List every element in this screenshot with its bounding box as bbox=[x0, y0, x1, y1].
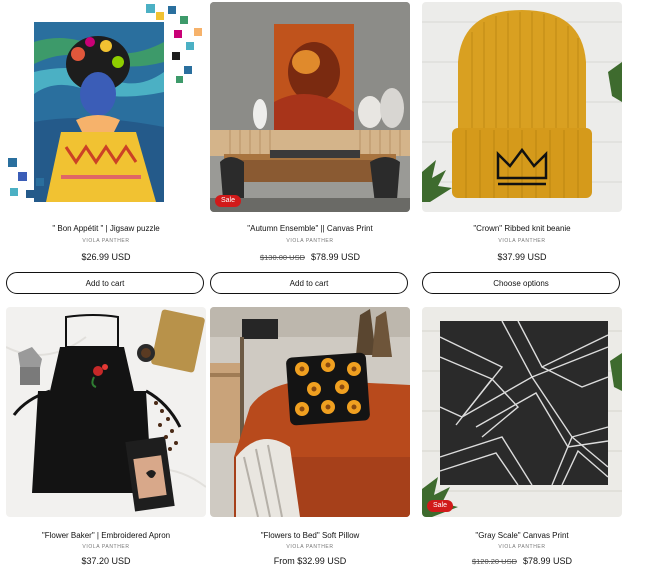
product-image-link[interactable] bbox=[210, 307, 410, 517]
product-image-link[interactable] bbox=[6, 307, 206, 517]
apron-image bbox=[6, 307, 206, 517]
add-to-cart-button[interactable]: Add to cart bbox=[6, 272, 204, 294]
product-vendor: VIOLA PANTHER bbox=[498, 238, 546, 244]
compare-at-price: $130.00 USD bbox=[259, 253, 305, 262]
product-vendor: VIOLA PANTHER bbox=[82, 544, 130, 550]
beanie-image bbox=[422, 2, 622, 212]
gray-scale-canvas-image bbox=[422, 307, 622, 517]
product-price: From $32.99 USD bbox=[210, 556, 410, 566]
regular-price: $37.20 USD bbox=[81, 556, 131, 566]
sale-badge: Sale bbox=[427, 500, 454, 512]
regular-price: $37.99 USD bbox=[497, 252, 547, 262]
product-vendor: VIOLA PANTHER bbox=[286, 238, 334, 244]
product-vendor: VIOLA PANTHER bbox=[286, 544, 334, 550]
product-price: $130.00 USD $78.99 USD bbox=[210, 252, 410, 262]
product-price: $37.99 USD bbox=[422, 252, 622, 262]
regular-price: $26.99 USD bbox=[81, 252, 131, 262]
choose-options-button[interactable]: Choose options bbox=[422, 272, 620, 294]
jigsaw-puzzle-image bbox=[6, 2, 206, 212]
product-title[interactable]: "Autumn Ensemble" || Canvas Print bbox=[210, 224, 410, 233]
product-vendor: VIOLA PANTHER bbox=[498, 544, 546, 550]
product-image-link[interactable]: Sale bbox=[422, 307, 622, 517]
sale-badge: Sale bbox=[215, 195, 242, 207]
product-vendor: VIOLA PANTHER bbox=[82, 238, 130, 244]
product-title[interactable]: " Bon Appétit " | Jigsaw puzzle bbox=[6, 224, 206, 233]
product-image-link[interactable] bbox=[422, 2, 622, 212]
product-title[interactable]: "Crown" Ribbed knit beanie bbox=[422, 224, 622, 233]
product-price: $120.20 USD $78.99 USD bbox=[422, 556, 622, 566]
product-price: $37.20 USD bbox=[6, 556, 206, 566]
product-title[interactable]: "Flowers to Bed" Soft Pillow bbox=[210, 531, 410, 540]
product-title[interactable]: "Flower Baker" | Embroidered Apron bbox=[6, 531, 206, 540]
sale-price: $78.99 USD bbox=[311, 252, 361, 262]
product-title[interactable]: "Gray Scale" Canvas Print bbox=[422, 531, 622, 540]
canvas-print-dining-room-image bbox=[210, 2, 410, 212]
regular-price: From $32.99 USD bbox=[273, 556, 347, 566]
sale-price: $78.99 USD bbox=[523, 556, 573, 566]
product-image-link[interactable] bbox=[6, 2, 206, 212]
add-to-cart-button[interactable]: Add to cart bbox=[210, 272, 408, 294]
compare-at-price: $120.20 USD bbox=[471, 557, 517, 566]
pillow-image bbox=[210, 307, 410, 517]
product-image-link[interactable]: Sale bbox=[210, 2, 410, 212]
product-price: $26.99 USD bbox=[6, 252, 206, 262]
